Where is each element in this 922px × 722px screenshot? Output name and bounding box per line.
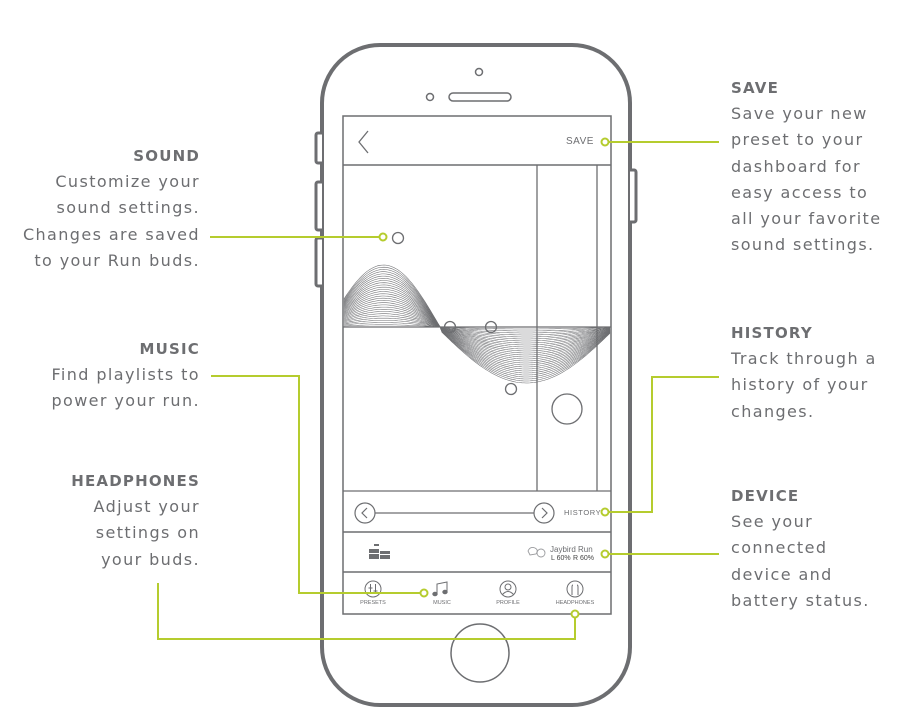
callout-device: DEVICE See your connected device and bat… [731, 483, 870, 614]
callout-headphones-title: HEADPHONES [71, 472, 200, 490]
tab-presets[interactable]: PRESETS [360, 600, 386, 606]
earpiece-speaker [448, 92, 512, 102]
tab-headphones[interactable]: HEADPHONES [555, 600, 595, 606]
device-name: Jaybird Run [550, 545, 593, 554]
callout-save-title: SAVE [731, 79, 780, 97]
callout-music-title: MUSIC [139, 340, 200, 358]
callout-music: MUSIC Find playlists to power your run. [51, 336, 200, 415]
history-prev-button[interactable] [354, 502, 376, 524]
callout-device-desc: See your connected device and battery st… [731, 512, 870, 610]
home-button[interactable] [450, 623, 510, 683]
callout-music-desc: Find playlists to power your run. [51, 365, 200, 411]
callout-sound-desc: Customize your sound settings. Changes a… [22, 172, 200, 270]
callout-headphones-desc: Adjust your settings on your buds. [93, 497, 200, 569]
battery-left: L 60% [551, 555, 571, 562]
eq-handle-large[interactable] [551, 393, 583, 425]
front-camera [474, 67, 484, 77]
screen [342, 115, 612, 615]
mute-switch [314, 131, 322, 165]
callout-history-desc: Track through a history of your changes. [731, 349, 877, 421]
callout-sound: SOUND Customize your sound settings. Cha… [23, 143, 200, 274]
proximity-sensor [425, 92, 435, 102]
volume-down-button [314, 236, 322, 288]
callout-save-desc: Save your new preset to your dashboard f… [731, 104, 882, 255]
save-button[interactable]: SAVE [566, 136, 594, 147]
callout-history-title: HISTORY [731, 324, 813, 342]
history-next-button[interactable] [533, 502, 555, 524]
battery-right: R 60% [573, 555, 595, 562]
history-label[interactable]: HISTORY [564, 508, 601, 517]
tab-profile[interactable]: PROFILE [495, 600, 521, 606]
callout-sound-title: SOUND [133, 147, 200, 165]
power-button [630, 168, 638, 224]
eq-handle[interactable] [504, 382, 518, 396]
callout-save: SAVE Save your new preset to your dashbo… [731, 75, 881, 259]
volume-up-button [314, 180, 322, 232]
callout-device-title: DEVICE [731, 487, 800, 505]
callout-history: HISTORY Track through a history of your … [731, 320, 877, 425]
tab-music[interactable]: MUSIC [430, 600, 454, 606]
callout-headphones: HEADPHONES Adjust your settings on your … [71, 468, 200, 573]
eq-handle[interactable] [391, 231, 405, 245]
